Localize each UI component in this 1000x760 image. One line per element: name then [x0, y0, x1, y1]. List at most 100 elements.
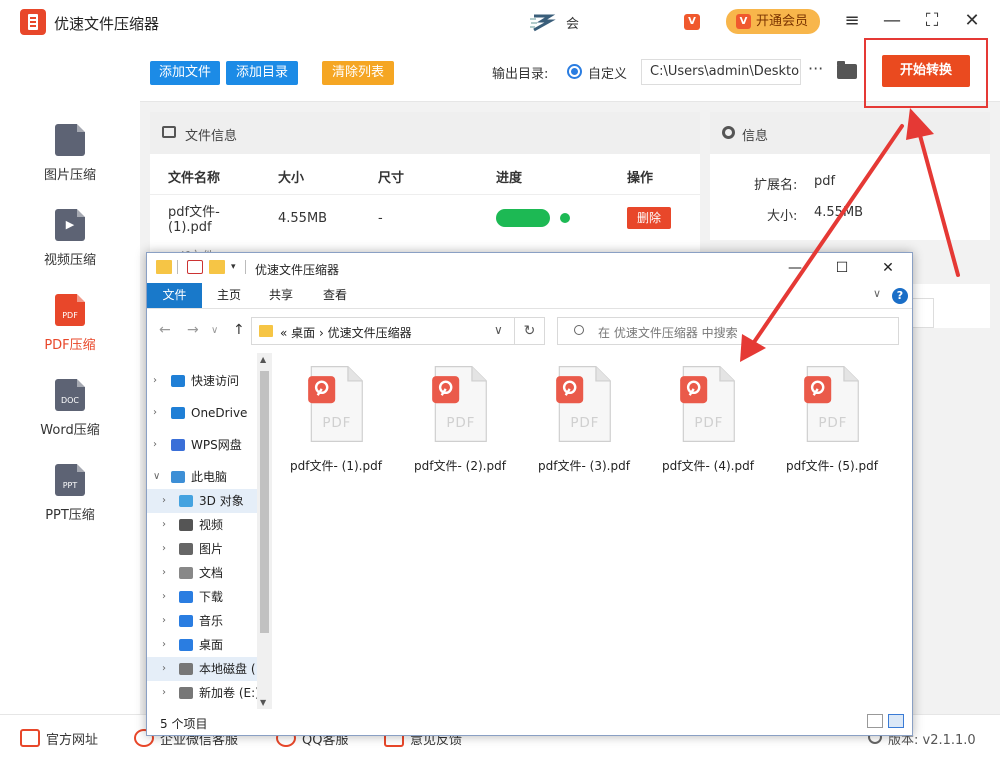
chevron-right-icon[interactable]: › — [162, 537, 166, 561]
nav-item[interactable]: › WPS网盘 — [147, 433, 257, 457]
nav-item[interactable]: › 文档 — [147, 561, 257, 585]
footer-label: 官方网址 — [46, 733, 99, 748]
file-item[interactable]: PDF pdf文件- (4).pdf — [658, 365, 758, 475]
open-folder-icon[interactable] — [837, 61, 857, 79]
add-directory-button[interactable]: 添加目录 — [226, 61, 298, 85]
explorer-minimize-button[interactable]: — — [780, 257, 810, 279]
file-item[interactable]: PDF pdf文件- (1).pdf — [286, 365, 386, 475]
nav-item[interactable]: › 本地磁盘 ( — [147, 657, 257, 681]
nav-item[interactable]: › 视频 — [147, 513, 257, 537]
more-options-button[interactable]: ··· — [808, 59, 823, 78]
scroll-up-icon[interactable]: ▲ — [260, 355, 266, 364]
nav-item[interactable]: › 3D 对象 — [147, 489, 257, 513]
chevron-right-icon[interactable]: › — [162, 513, 166, 537]
computer-icon — [171, 471, 185, 483]
chevron-right-icon[interactable]: › — [153, 401, 157, 425]
close-button[interactable]: ✕ — [960, 10, 984, 34]
nav-item[interactable]: › 下载 — [147, 585, 257, 609]
sidebar-item-image[interactable]: 图片压缩 — [0, 120, 140, 200]
nav-item[interactable]: › 快速访问 — [147, 369, 257, 393]
size-value: 4.55MB — [814, 205, 864, 220]
minimize-button[interactable]: — — [880, 10, 904, 34]
nav-item[interactable]: › 音乐 — [147, 609, 257, 633]
ppt-file-icon: PPT — [55, 464, 85, 496]
file-list-area: PDF pdf文件- (1).pdf PDF pdf文件- (2).pdf PDF pdf… — [272, 353, 912, 709]
vip-button[interactable]: V 开通会员 — [726, 9, 820, 34]
tab-view[interactable]: 查看 — [306, 283, 364, 308]
file-item[interactable]: PDF pdf文件- (5).pdf — [782, 365, 882, 475]
info-header: 信息 — [710, 112, 990, 154]
star-icon — [171, 375, 185, 387]
address-bar-row: ← → ∨ ↑ « 桌面 › 优速文件压缩器 ∨ ↻ 在 优速文件压缩器 中搜索 — [147, 309, 912, 353]
large-icons-view-icon[interactable] — [888, 714, 904, 728]
file-size: 4.55MB — [278, 211, 328, 226]
scroll-thumb[interactable] — [260, 371, 269, 633]
chevron-right-icon[interactable]: › — [162, 633, 166, 657]
sidebar-item-video[interactable]: ▶ 视频压缩 — [0, 205, 140, 285]
new-folder-icon[interactable] — [209, 260, 225, 274]
pdf-file-icon: PDF — [556, 365, 611, 443]
tab-home[interactable]: 主页 — [202, 283, 256, 308]
file-item[interactable]: PDF pdf文件- (2).pdf — [410, 365, 510, 475]
file-name: pdf文件- (2).pdf — [414, 459, 506, 473]
sidebar-item-label: PPT压缩 — [45, 508, 95, 523]
official-site-link[interactable]: 官方网址 — [20, 729, 98, 748]
explorer-close-button[interactable]: ✕ — [873, 257, 903, 279]
vip-icon: V — [736, 14, 751, 29]
up-button[interactable]: ↑ — [233, 322, 245, 338]
chevron-right-icon[interactable]: › — [162, 681, 166, 705]
add-file-button[interactable]: 添加文件 — [150, 61, 220, 85]
recent-locations-button[interactable]: ∨ — [211, 325, 218, 336]
nav-scrollbar[interactable]: ▲ ▼ — [257, 353, 272, 709]
sidebar-item-ppt[interactable]: PPT PPT压缩 — [0, 460, 140, 540]
chevron-right-icon[interactable]: › — [162, 585, 166, 609]
sidebar-item-word[interactable]: DOC Word压缩 — [0, 375, 140, 455]
forward-button[interactable]: → — [187, 322, 199, 338]
address-input[interactable]: « 桌面 › 优速文件压缩器 ∨ — [251, 317, 515, 345]
refresh-button[interactable]: ↻ — [515, 317, 545, 345]
chevron-right-icon[interactable]: › — [153, 369, 157, 393]
expand-ribbon-icon[interactable]: ∨ — [873, 287, 881, 300]
nav-item[interactable]: › 图片 — [147, 537, 257, 561]
delete-button[interactable]: 删除 — [627, 207, 671, 229]
nav-item[interactable]: › 桌面 — [147, 633, 257, 657]
nav-item-label: 音乐 — [199, 614, 224, 628]
chevron-right-icon[interactable]: › — [162, 657, 166, 681]
scroll-down-icon[interactable]: ▼ — [260, 698, 266, 707]
chevron-down-icon[interactable]: ∨ — [494, 323, 503, 337]
chevron-right-icon[interactable]: › — [162, 561, 166, 585]
file-item[interactable]: PDF pdf文件- (3).pdf — [534, 365, 634, 475]
explorer-maximize-button[interactable]: ☐ — [827, 257, 857, 279]
chevron-down-icon[interactable]: ∨ — [153, 465, 160, 489]
sidebar-item-pdf[interactable]: PDF PDF压缩 — [0, 290, 140, 370]
menu-icon[interactable]: ≡ — [840, 10, 864, 34]
maximize-button[interactable]: ⛶ — [920, 10, 944, 34]
tab-share[interactable]: 共享 — [256, 283, 306, 308]
svg-text:PDF: PDF — [570, 415, 599, 431]
tab-file[interactable]: 文件 — [147, 283, 202, 308]
chevron-right-icon[interactable]: › — [162, 489, 166, 513]
nav-item[interactable]: ∨ 此电脑 — [147, 465, 257, 489]
custom-radio[interactable] — [567, 64, 582, 79]
search-input[interactable]: 在 优速文件压缩器 中搜索 — [557, 317, 899, 345]
help-icon[interactable]: ? — [892, 288, 908, 304]
output-dir-label: 输出目录: — [492, 67, 549, 82]
file-name: pdf文件- (4).pdf — [662, 459, 754, 473]
file-info-header: 文件信息 — [150, 112, 700, 154]
pdf-file-icon: PDF — [680, 365, 735, 443]
properties-icon[interactable] — [187, 260, 203, 274]
nav-item[interactable]: › 新加卷 (E:) — [147, 681, 257, 705]
details-view-icon[interactable] — [867, 714, 883, 728]
breadcrumb: « 桌面 › 优速文件压缩器 — [280, 326, 412, 340]
back-button[interactable]: ← — [159, 322, 171, 338]
app-title: 优速文件压缩器 — [54, 15, 160, 33]
output-path-field[interactable]: C:\Users\admin\Deskto — [641, 59, 801, 85]
clear-list-button[interactable]: 清除列表 — [322, 61, 394, 85]
nav-item-label: OneDrive — [191, 406, 248, 420]
chevron-right-icon[interactable]: › — [153, 433, 157, 457]
nav-item[interactable]: › OneDrive — [147, 401, 257, 425]
table-row[interactable]: pdf文件- (1).pdf 4.55MB - — [150, 194, 700, 242]
chevron-right-icon[interactable]: › — [162, 609, 166, 633]
user-name[interactable]: 会 — [566, 13, 579, 32]
nav-item-label: 此电脑 — [191, 470, 228, 484]
